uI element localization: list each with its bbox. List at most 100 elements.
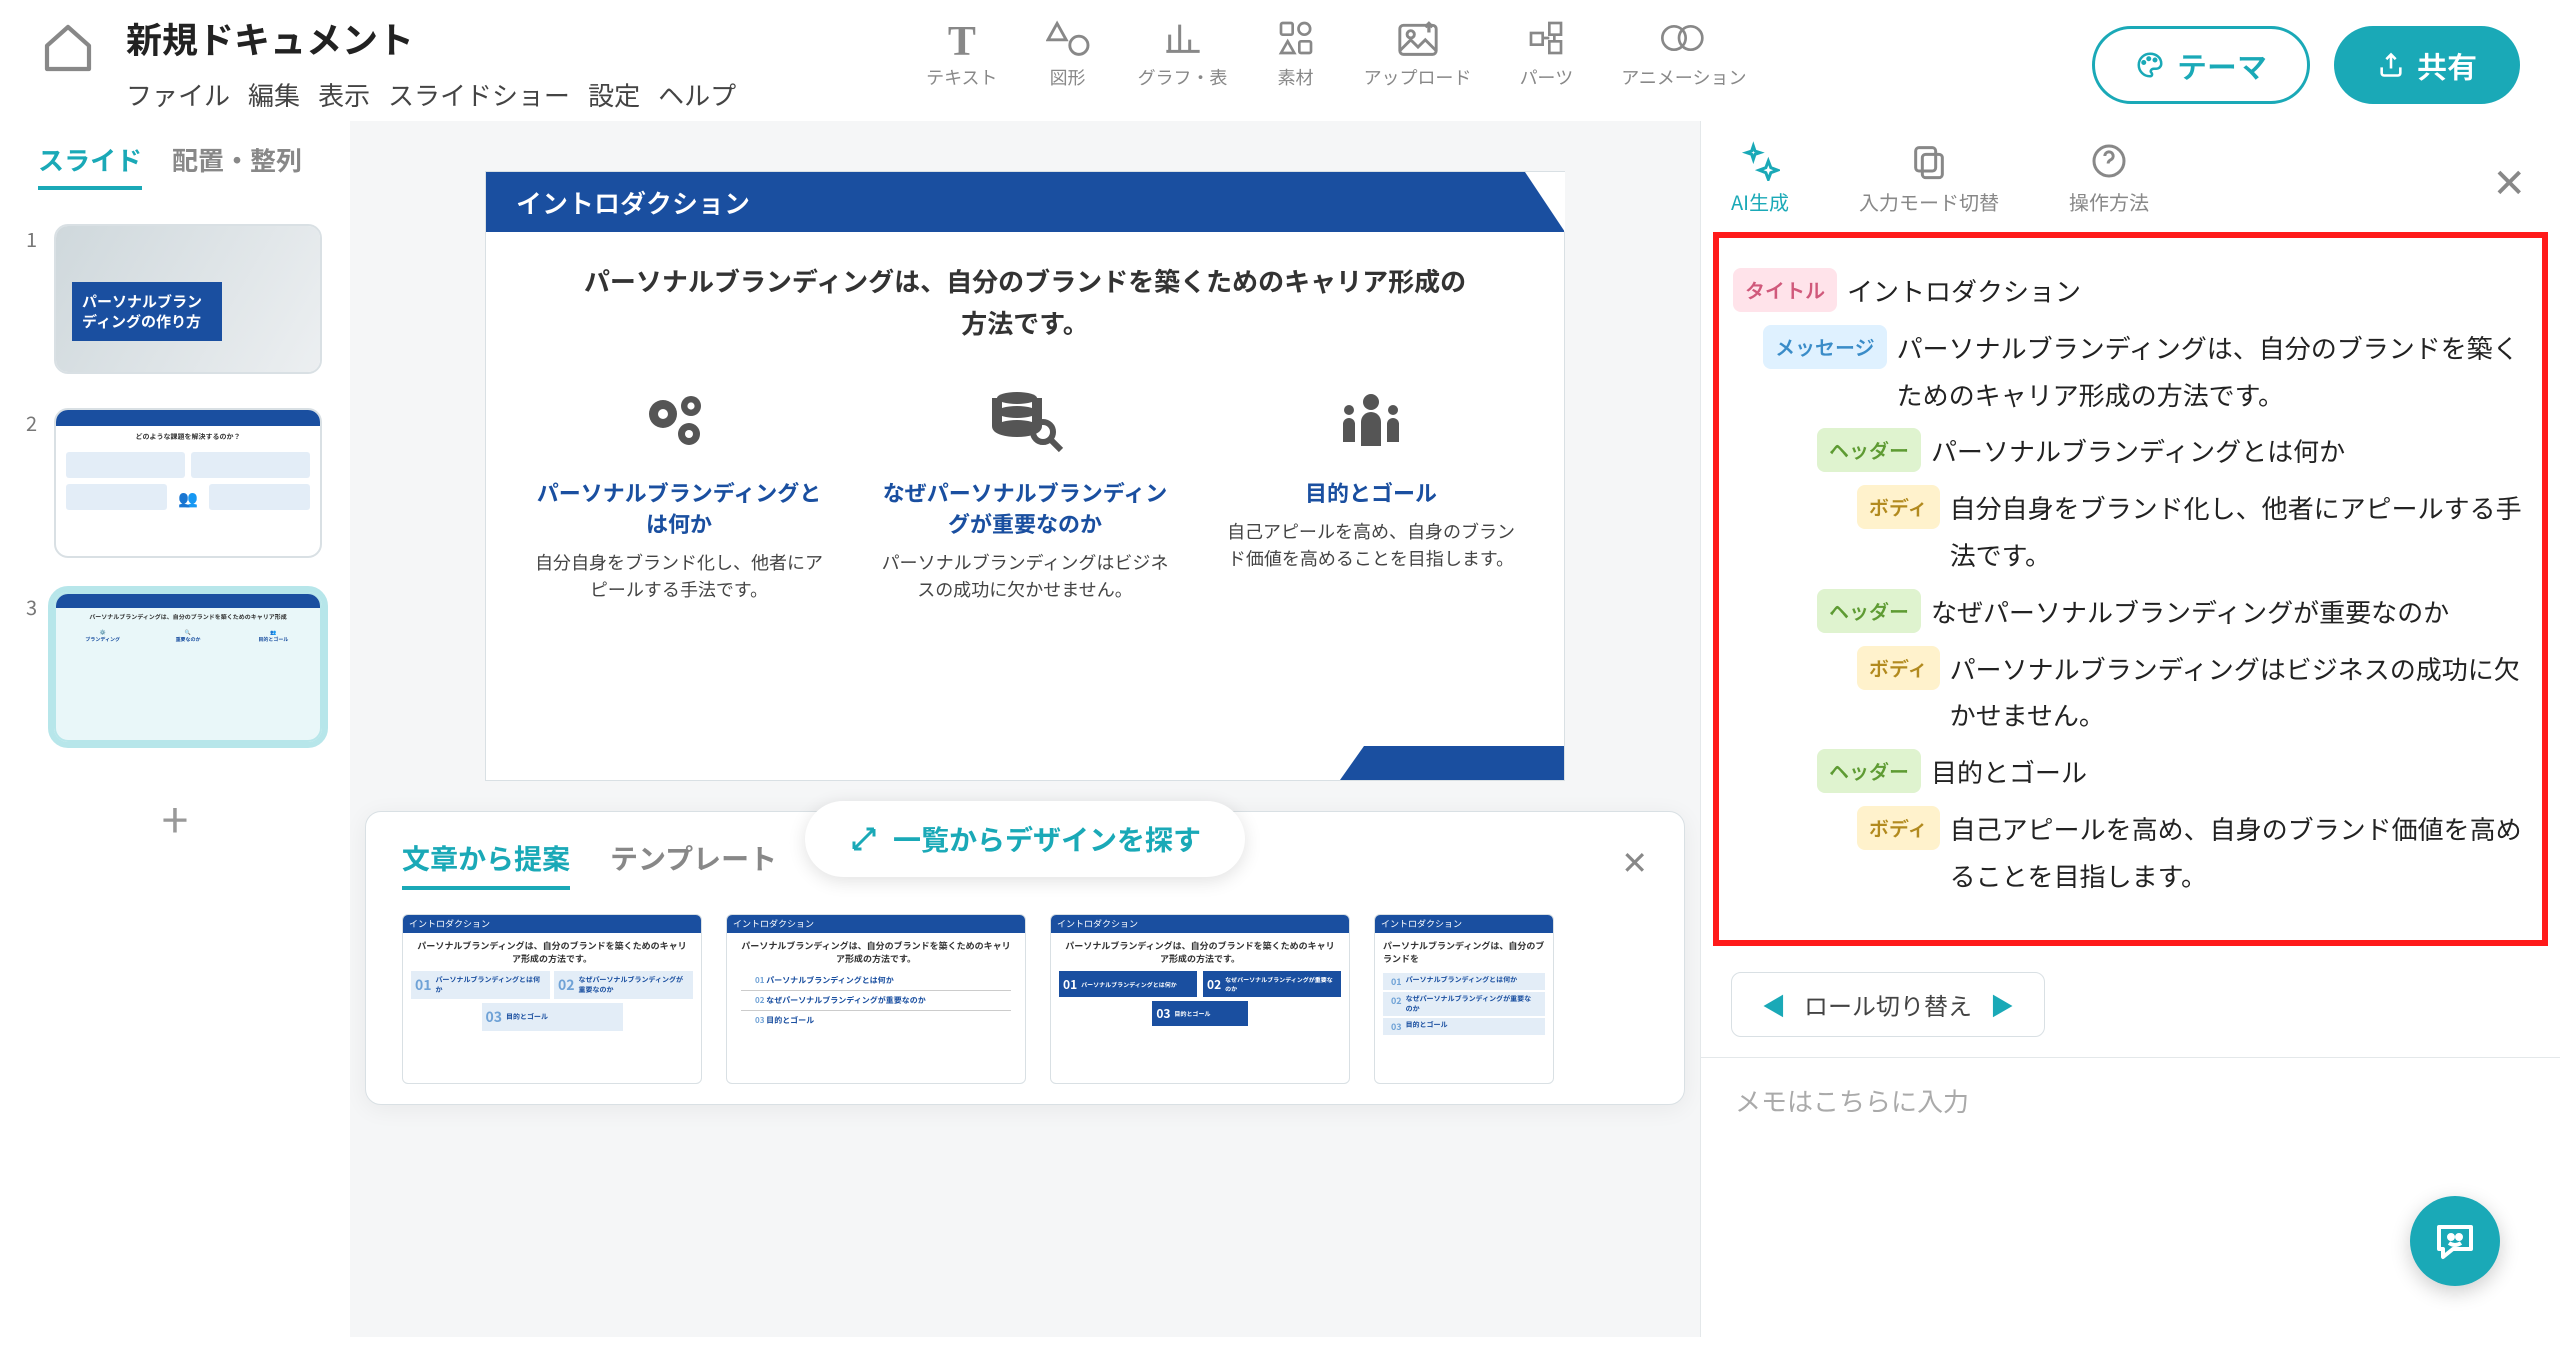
design-search-pill[interactable]: 一覧からデザインを探す	[805, 801, 1245, 877]
tool-chart[interactable]: グラフ・表	[1138, 18, 1228, 90]
bp-tab-suggest[interactable]: 文章から提案	[402, 838, 570, 890]
outline-body-text[interactable]: パーソナルブランディングはビジネスの成功に欠かせません。	[1950, 646, 2528, 740]
tool-animation-label: アニメーション	[1621, 64, 1746, 90]
chat-icon	[2431, 1217, 2479, 1265]
home-icon[interactable]	[40, 20, 96, 76]
close-icon[interactable]: ✕	[2492, 151, 2526, 209]
col-body[interactable]: パーソナルブランディングはビジネスの成功に欠かせません。	[875, 549, 1175, 603]
chat-fab[interactable]	[2410, 1196, 2500, 1286]
outline-row[interactable]: メッセージ パーソナルブランディングは、自分のブランドを築くためのキャリア形成の…	[1733, 325, 2528, 419]
outline-header-text[interactable]: 目的とゴール	[1931, 749, 2087, 796]
tool-animation[interactable]: アニメーション	[1621, 18, 1746, 90]
sidebar-left: スライド 配置・整列 1 パーソナルブランディングの作り方 2 どのような課題を…	[0, 121, 350, 1337]
outline-header-text[interactable]: なぜパーソナルブランディングが重要なのか	[1931, 589, 2449, 636]
pr-tab-help[interactable]: 操作方法	[2069, 141, 2149, 216]
tool-assets[interactable]: 素材	[1276, 18, 1316, 90]
sidebar-tab-arrange[interactable]: 配置・整列	[172, 141, 302, 190]
tool-text[interactable]: T テキスト	[926, 18, 997, 90]
menu-bar: ファイル 編集 表示 スライドショー 設定 ヘルプ	[126, 76, 736, 113]
document-title[interactable]: 新規ドキュメント	[126, 12, 736, 64]
palette-icon	[2135, 50, 2165, 80]
outline-row[interactable]: タイトル イントロダクション	[1733, 268, 2528, 315]
tag-body: ボディ	[1857, 485, 1940, 529]
outline-row[interactable]: ボディ パーソナルブランディングはビジネスの成功に欠かせません。	[1733, 646, 2528, 740]
outline-row[interactable]: ヘッダー パーソナルブランディングとは何か	[1733, 428, 2528, 475]
share-icon	[2377, 51, 2405, 79]
roll-switch-button[interactable]: ◀ ロール切り替え ▶	[1731, 972, 2045, 1037]
add-slide-button[interactable]: +	[20, 782, 330, 852]
suggestion-card[interactable]: イントロダクション パーソナルブランディングは、自分のブランドを 01パーソナル…	[1374, 914, 1554, 1084]
theme-button[interactable]: テーマ	[2092, 26, 2310, 104]
outline-body-text[interactable]: 自分自身をブランド化し、他者にアピールする手法です。	[1950, 485, 2528, 579]
slide-column[interactable]: 目的とゴール 自己アピールを高め、自身のブランド価値を高めることを目指します。	[1221, 383, 1521, 603]
tool-parts-label: パーツ	[1520, 64, 1574, 90]
col-body[interactable]: 自分自身をブランド化し、他者にアピールする手法です。	[529, 549, 829, 603]
tool-parts[interactable]: パーツ	[1520, 18, 1574, 90]
thumb-num: 1	[26, 224, 44, 253]
thumb-num: 2	[26, 408, 44, 437]
menu-edit[interactable]: 編集	[248, 76, 300, 113]
theme-button-label: テーマ	[2177, 43, 2267, 87]
col-header[interactable]: なぜパーソナルブランディングが重要なのか	[875, 477, 1175, 539]
tool-text-label: テキスト	[926, 64, 997, 90]
bp-tab-template[interactable]: テンプレート	[610, 838, 777, 890]
tag-body: ボディ	[1857, 646, 1940, 690]
tool-shapes[interactable]: 図形	[1046, 18, 1090, 90]
outline-message-text[interactable]: パーソナルブランディングは、自分のブランドを築くためのキャリア形成の方法です。	[1897, 325, 2528, 419]
tag-body: ボディ	[1857, 806, 1940, 850]
col-header[interactable]: 目的とゴール	[1221, 477, 1521, 508]
suggestion-cards: イントロダクション パーソナルブランディングは、自分のブランドを築くためのキャリ…	[402, 914, 1648, 1084]
outline-row[interactable]: ボディ 自分自身をブランド化し、他者にアピールする手法です。	[1733, 485, 2528, 579]
slide-thumbnail[interactable]: パーソナルブランディングの作り方	[54, 224, 322, 374]
suggestion-card[interactable]: イントロダクション パーソナルブランディングは、自分のブランドを築くためのキャリ…	[402, 914, 702, 1084]
tag-header: ヘッダー	[1817, 589, 1921, 633]
share-button[interactable]: 共有	[2334, 26, 2520, 104]
roll-switch-area: ◀ ロール切り替え ▶	[1731, 972, 2530, 1037]
main: スライド 配置・整列 1 パーソナルブランディングの作り方 2 どのような課題を…	[0, 121, 2560, 1337]
outline-row[interactable]: ヘッダー なぜパーソナルブランディングが重要なのか	[1733, 589, 2528, 636]
slide-title-bar: イントロダクション	[486, 172, 1564, 232]
outline-body-text[interactable]: 自己アピールを高め、自身のブランド価値を高めることを目指します。	[1950, 806, 2528, 900]
slide-column[interactable]: パーソナルブランディングとは何か 自分自身をブランド化し、他者にアピールする手法…	[529, 383, 829, 603]
canvas-area: イントロダクション パーソナルブランディングは、自分のブランドを築くためのキャリ…	[350, 121, 1700, 1337]
gears-icon	[529, 383, 829, 457]
chevron-left-icon: ◀	[1762, 987, 1786, 1022]
menu-file[interactable]: ファイル	[126, 76, 230, 113]
outline-row[interactable]: ボディ 自己アピールを高め、自身のブランド価値を高めることを目指します。	[1733, 806, 2528, 900]
slide-column[interactable]: なぜパーソナルブランディングが重要なのか パーソナルブランディングはビジネスの成…	[875, 383, 1175, 603]
slide-message[interactable]: パーソナルブランディングは、自分のブランドを築くためのキャリア形成の方法です。	[486, 232, 1564, 353]
design-search-label: 一覧からデザインを探す	[893, 819, 1201, 859]
sidebar-tabs: スライド 配置・整列	[20, 121, 330, 214]
sidebar-tab-slides[interactable]: スライド	[38, 141, 142, 190]
toolbar: T テキスト 図形 グラフ・表 素材 アップロード パーツ アニメーション	[926, 18, 1746, 90]
col-header[interactable]: パーソナルブランディングとは何か	[529, 477, 829, 539]
close-icon[interactable]: ✕	[1621, 838, 1648, 884]
thumb-row-3[interactable]: 3 パーソナルブランディングは、自分のブランドを築くためのキャリア形成 ⚙️ブラ…	[26, 592, 324, 742]
menu-slideshow[interactable]: スライドショー	[388, 76, 570, 113]
menu-help[interactable]: ヘルプ	[658, 76, 736, 113]
tool-assets-label: 素材	[1278, 64, 1314, 90]
pr-tab-ai[interactable]: AI生成	[1731, 141, 1789, 216]
menu-view[interactable]: 表示	[318, 76, 370, 113]
tool-upload-label: アップロード	[1364, 64, 1472, 90]
tool-upload[interactable]: アップロード	[1364, 18, 1472, 90]
chevron-right-icon: ▶	[1990, 987, 2014, 1022]
expand-icon	[849, 824, 879, 854]
suggestion-card[interactable]: イントロダクション パーソナルブランディングは、自分のブランドを築くためのキャリ…	[726, 914, 1026, 1084]
thumb-row-2[interactable]: 2 どのような課題を解決するのか？ 👥	[26, 408, 324, 558]
slide-canvas[interactable]: イントロダクション パーソナルブランディングは、自分のブランドを築くためのキャリ…	[485, 171, 1565, 781]
outline-header-text[interactable]: パーソナルブランディングとは何か	[1931, 428, 2345, 475]
menu-settings[interactable]: 設定	[588, 76, 640, 113]
slide-title[interactable]: イントロダクション	[516, 184, 750, 221]
outline-title-text[interactable]: イントロダクション	[1847, 268, 2081, 315]
memo-input[interactable]: メモはこちらに入力	[1701, 1057, 2560, 1337]
pr-tab-input[interactable]: 入力モード切替	[1859, 141, 1999, 216]
suggestion-card[interactable]: イントロダクション パーソナルブランディングは、自分のブランドを築くためのキャリ…	[1050, 914, 1350, 1084]
tag-header: ヘッダー	[1817, 428, 1921, 472]
outline-row[interactable]: ヘッダー 目的とゴール	[1733, 749, 2528, 796]
slide-thumbnail[interactable]: どのような課題を解決するのか？ 👥	[54, 408, 322, 558]
col-body[interactable]: 自己アピールを高め、自身のブランド価値を高めることを目指します。	[1221, 518, 1521, 572]
slide-corner-accent	[1364, 746, 1564, 780]
slide-thumbnail[interactable]: パーソナルブランディングは、自分のブランドを築くためのキャリア形成 ⚙️ブランデ…	[54, 592, 322, 742]
thumb-row-1[interactable]: 1 パーソナルブランディングの作り方	[26, 224, 324, 374]
